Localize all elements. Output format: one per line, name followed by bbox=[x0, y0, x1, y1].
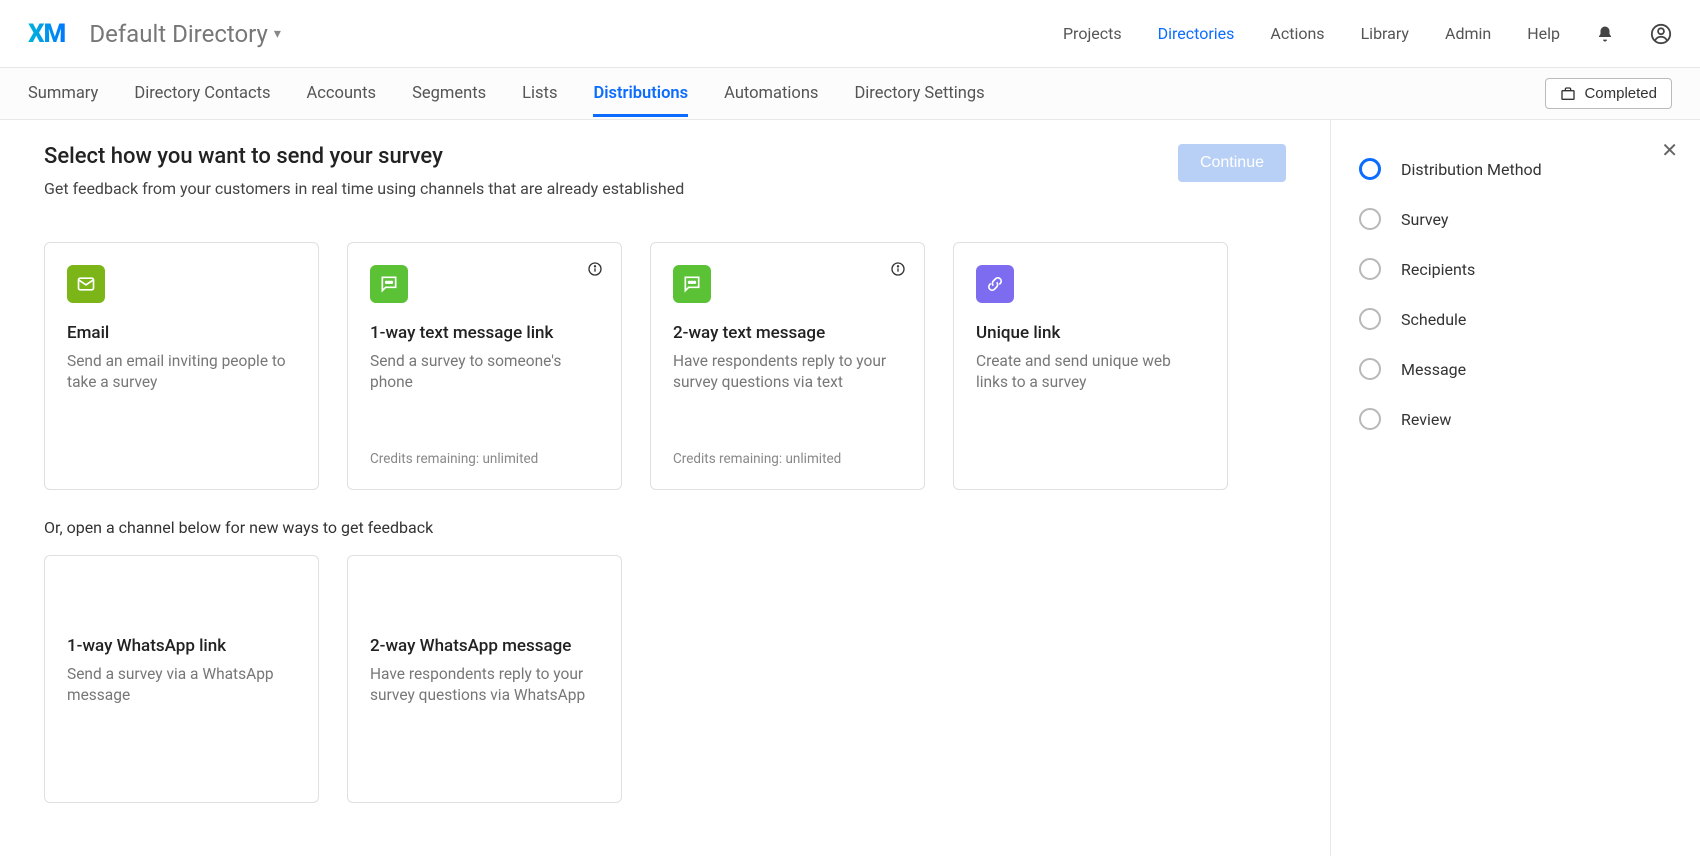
subnav-bar: Summary Directory Contacts Accounts Segm… bbox=[0, 68, 1700, 120]
card-twoway-wa-desc: Have respondents reply to your survey qu… bbox=[370, 664, 599, 706]
step-circle-icon bbox=[1359, 208, 1381, 230]
step-message[interactable]: Message bbox=[1359, 358, 1672, 380]
header-row: Select how you want to send your survey … bbox=[44, 144, 1286, 198]
card-oneway-wa-desc: Send a survey via a WhatsApp message bbox=[67, 664, 296, 706]
top-nav: Projects Directories Actions Library Adm… bbox=[1063, 23, 1672, 45]
card-oneway-sms-credits: Credits remaining: unlimited bbox=[370, 451, 599, 467]
topbar: XM Default Directory ▾ Projects Director… bbox=[0, 0, 1700, 68]
card-oneway-sms-desc: Send a survey to someone's phone bbox=[370, 351, 599, 393]
step-schedule[interactable]: Schedule bbox=[1359, 308, 1672, 330]
step-circle-icon bbox=[1359, 258, 1381, 280]
step-label: Survey bbox=[1401, 210, 1448, 229]
info-icon[interactable] bbox=[890, 261, 906, 277]
close-icon[interactable]: ✕ bbox=[1661, 138, 1678, 162]
step-label: Distribution Method bbox=[1401, 160, 1542, 179]
page-subtitle: Get feedback from your customers in real… bbox=[44, 179, 684, 198]
distribution-cards-row2: 1-way WhatsApp link Send a survey via a … bbox=[44, 555, 1286, 803]
card-unique-link[interactable]: Unique link Create and send unique web l… bbox=[953, 242, 1228, 490]
email-icon bbox=[67, 265, 105, 303]
nav-admin[interactable]: Admin bbox=[1445, 24, 1491, 43]
card-twoway-sms-credits: Credits remaining: unlimited bbox=[673, 451, 902, 467]
nav-actions[interactable]: Actions bbox=[1270, 24, 1324, 43]
card-twoway-sms-title: 2-way text message bbox=[673, 323, 902, 343]
tab-summary[interactable]: Summary bbox=[28, 70, 98, 117]
card-oneway-sms-title: 1-way text message link bbox=[370, 323, 599, 343]
main-panel: Select how you want to send your survey … bbox=[0, 120, 1330, 856]
step-review[interactable]: Review bbox=[1359, 408, 1672, 430]
nav-projects[interactable]: Projects bbox=[1063, 24, 1122, 43]
card-oneway-sms[interactable]: 1-way text message link Send a survey to… bbox=[347, 242, 622, 490]
nav-directories[interactable]: Directories bbox=[1158, 24, 1235, 43]
nav-help[interactable]: Help bbox=[1527, 24, 1560, 43]
card-email[interactable]: Email Send an email inviting people to t… bbox=[44, 242, 319, 490]
directory-selector[interactable]: Default Directory ▾ bbox=[89, 20, 281, 48]
tab-accounts[interactable]: Accounts bbox=[307, 70, 377, 117]
card-unique-link-title: Unique link bbox=[976, 323, 1205, 343]
step-label: Message bbox=[1401, 360, 1466, 379]
step-label: Review bbox=[1401, 410, 1451, 429]
content-area: Select how you want to send your survey … bbox=[0, 120, 1700, 856]
info-icon[interactable] bbox=[587, 261, 603, 277]
distribution-cards-row1: Email Send an email inviting people to t… bbox=[44, 242, 1286, 490]
tab-settings[interactable]: Directory Settings bbox=[854, 70, 984, 117]
completed-label: Completed bbox=[1584, 85, 1657, 102]
steps-list: Distribution Method Survey Recipients Sc… bbox=[1359, 158, 1672, 430]
card-email-title: Email bbox=[67, 323, 296, 343]
tab-segments[interactable]: Segments bbox=[412, 70, 486, 117]
briefcase-icon bbox=[1560, 86, 1576, 102]
card-oneway-whatsapp[interactable]: 1-way WhatsApp link Send a survey via a … bbox=[44, 555, 319, 803]
card-twoway-sms-desc: Have respondents reply to your survey qu… bbox=[673, 351, 902, 393]
tab-lists[interactable]: Lists bbox=[522, 70, 557, 117]
bell-icon[interactable] bbox=[1596, 25, 1614, 43]
card-email-desc: Send an email inviting people to take a … bbox=[67, 351, 296, 393]
card-twoway-wa-title: 2-way WhatsApp message bbox=[370, 636, 599, 656]
tab-automations[interactable]: Automations bbox=[724, 70, 818, 117]
directory-title-label: Default Directory bbox=[89, 20, 268, 48]
subnav-tabs: Summary Directory Contacts Accounts Segm… bbox=[28, 70, 985, 117]
logo: XM bbox=[28, 19, 65, 49]
step-recipients[interactable]: Recipients bbox=[1359, 258, 1672, 280]
tab-contacts[interactable]: Directory Contacts bbox=[134, 70, 270, 117]
page-title: Select how you want to send your survey bbox=[44, 144, 684, 169]
sms-icon bbox=[370, 265, 408, 303]
step-distribution-method[interactable]: Distribution Method bbox=[1359, 158, 1672, 180]
step-survey[interactable]: Survey bbox=[1359, 208, 1672, 230]
link-icon bbox=[976, 265, 1014, 303]
card-unique-link-desc: Create and send unique web links to a su… bbox=[976, 351, 1205, 393]
steps-sidepanel: ✕ Distribution Method Survey Recipients … bbox=[1330, 120, 1700, 856]
step-circle-icon bbox=[1359, 358, 1381, 380]
card-oneway-wa-title: 1-way WhatsApp link bbox=[67, 636, 296, 656]
step-label: Recipients bbox=[1401, 260, 1475, 279]
step-circle-icon bbox=[1359, 308, 1381, 330]
continue-button[interactable]: Continue bbox=[1178, 144, 1286, 182]
step-circle-icon bbox=[1359, 408, 1381, 430]
user-avatar-icon[interactable] bbox=[1650, 23, 1672, 45]
chevron-down-icon: ▾ bbox=[274, 26, 281, 42]
card-twoway-sms[interactable]: 2-way text message Have respondents repl… bbox=[650, 242, 925, 490]
step-label: Schedule bbox=[1401, 310, 1466, 329]
card-twoway-whatsapp[interactable]: 2-way WhatsApp message Have respondents … bbox=[347, 555, 622, 803]
tab-distributions[interactable]: Distributions bbox=[593, 70, 688, 117]
sms-icon bbox=[673, 265, 711, 303]
nav-library[interactable]: Library bbox=[1361, 24, 1409, 43]
completed-button[interactable]: Completed bbox=[1545, 78, 1672, 109]
second-section-label: Or, open a channel below for new ways to… bbox=[44, 518, 1286, 537]
step-circle-icon bbox=[1359, 158, 1381, 180]
